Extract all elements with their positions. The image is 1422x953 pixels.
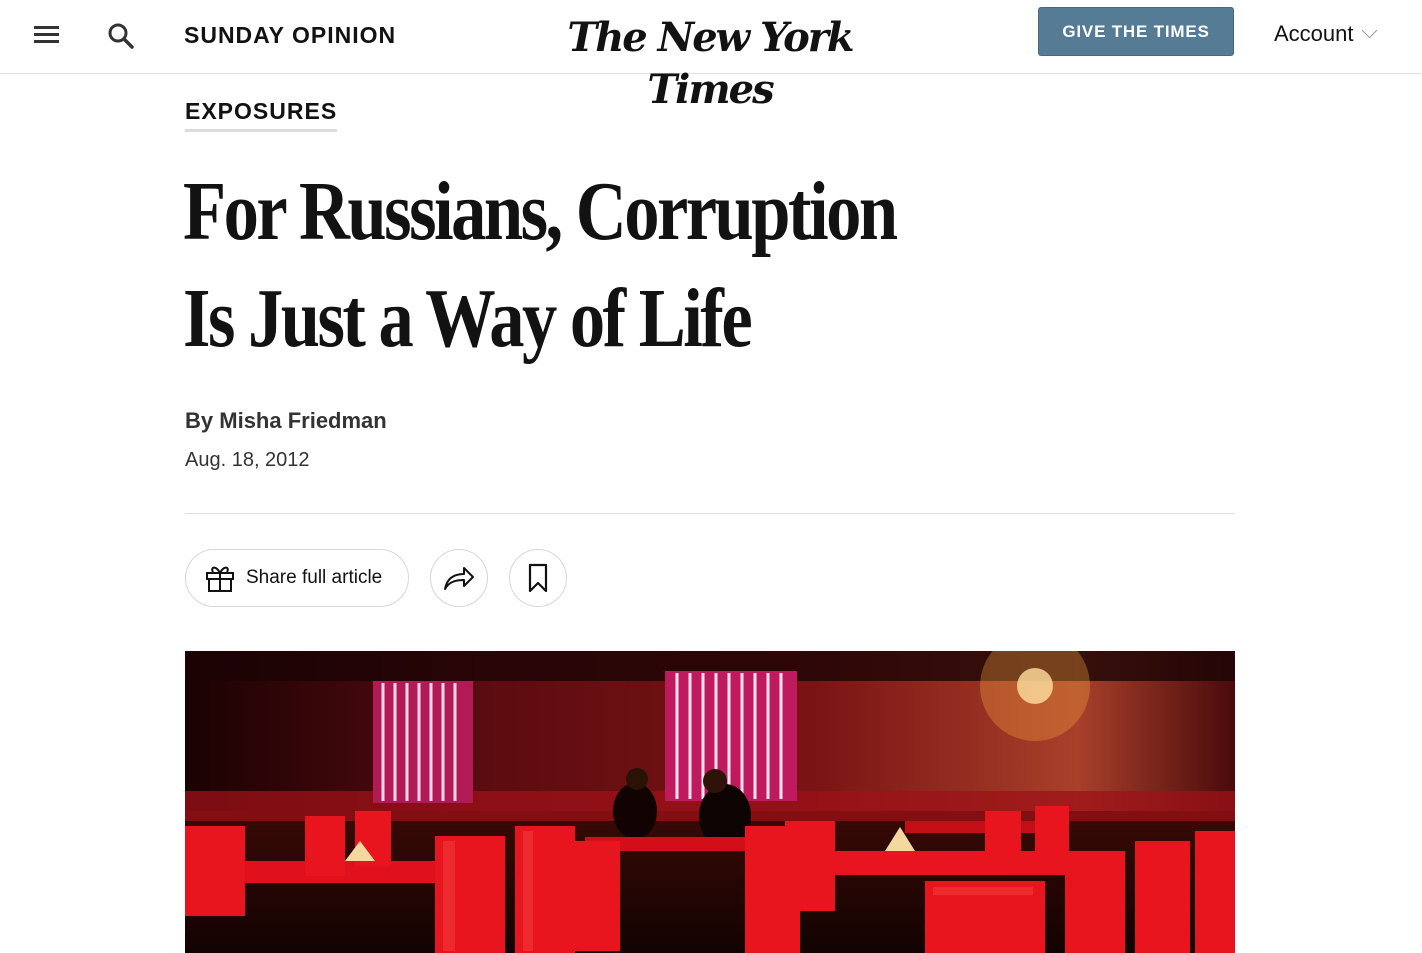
chevron-down-icon: [1361, 22, 1377, 39]
gift-icon: [206, 566, 234, 592]
divider: [185, 513, 1235, 514]
bookmark-icon: [528, 563, 548, 593]
headline: For Russians, Corruption Is Just a Way o…: [183, 158, 939, 372]
share-button[interactable]: [430, 549, 488, 607]
section-name[interactable]: SUNDAY OPINION: [184, 22, 396, 49]
byline-prefix: By: [185, 408, 214, 433]
lead-photo: [185, 651, 1235, 953]
bookmark-button[interactable]: [509, 549, 567, 607]
masthead: SUNDAY OPINION The New York Times GIVE T…: [0, 0, 1422, 113]
author-link[interactable]: Misha Friedman: [219, 408, 386, 433]
share-arrow-icon: [444, 567, 474, 590]
account-menu[interactable]: Account: [1274, 21, 1377, 47]
window-center: [665, 671, 797, 801]
window-left: [373, 681, 473, 803]
share-full-article-label: Share full article: [246, 567, 383, 588]
account-label: Account: [1274, 21, 1354, 46]
headline-line-2: Is Just a Way of Life: [183, 272, 753, 365]
share-full-article-button[interactable]: Share full article: [185, 549, 409, 607]
section-kicker[interactable]: EXPOSURES: [185, 98, 338, 132]
search-icon[interactable]: [106, 21, 136, 51]
byline: By Misha Friedman: [185, 408, 387, 434]
publish-date: Aug. 18, 2012: [185, 449, 310, 471]
give-the-times-button[interactable]: GIVE THE TIMES: [1038, 7, 1234, 56]
headline-line-1: For Russians, Corruption: [183, 165, 898, 258]
nyt-logo[interactable]: The New York Times: [538, 12, 882, 116]
hamburger-menu-icon[interactable]: [32, 22, 62, 48]
